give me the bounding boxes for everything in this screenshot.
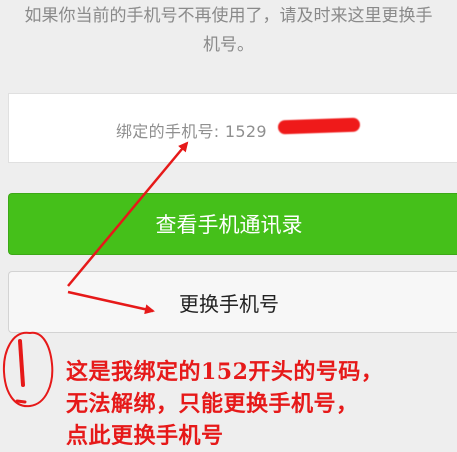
change-number-button[interactable]: 更换手机号 — [8, 271, 457, 333]
bound-phone-card: 绑定的手机号: 1529 — [8, 93, 457, 163]
bound-phone-text: 绑定的手机号: 1529 — [116, 122, 267, 141]
annotation-line-1: 这是我绑定的152开头的号码， — [66, 359, 384, 385]
annotation-line-2: 无法解绑，只能更换手机号， — [66, 391, 359, 417]
exclamation-dot — [15, 399, 27, 404]
view-contacts-button[interactable]: 查看手机通讯录 — [8, 193, 457, 255]
hint-line-1: 如果你当前的手机号不再使用了，请及时来这里更换手 — [24, 6, 433, 26]
hint-text: 如果你当前的手机号不再使用了，请及时来这里更换手 机号。 — [0, 0, 457, 60]
circle-mark — [2, 331, 54, 408]
annotation-text: 这是我绑定的152开头的号码， 无法解绑，只能更换手机号， 点此更换手机号 — [66, 356, 383, 452]
redaction-scribble — [277, 117, 361, 135]
annotation-line-3: 点此更换手机号 — [66, 423, 224, 449]
hint-line-2: 机号。 — [203, 35, 254, 55]
exclamation-mark — [18, 339, 25, 387]
